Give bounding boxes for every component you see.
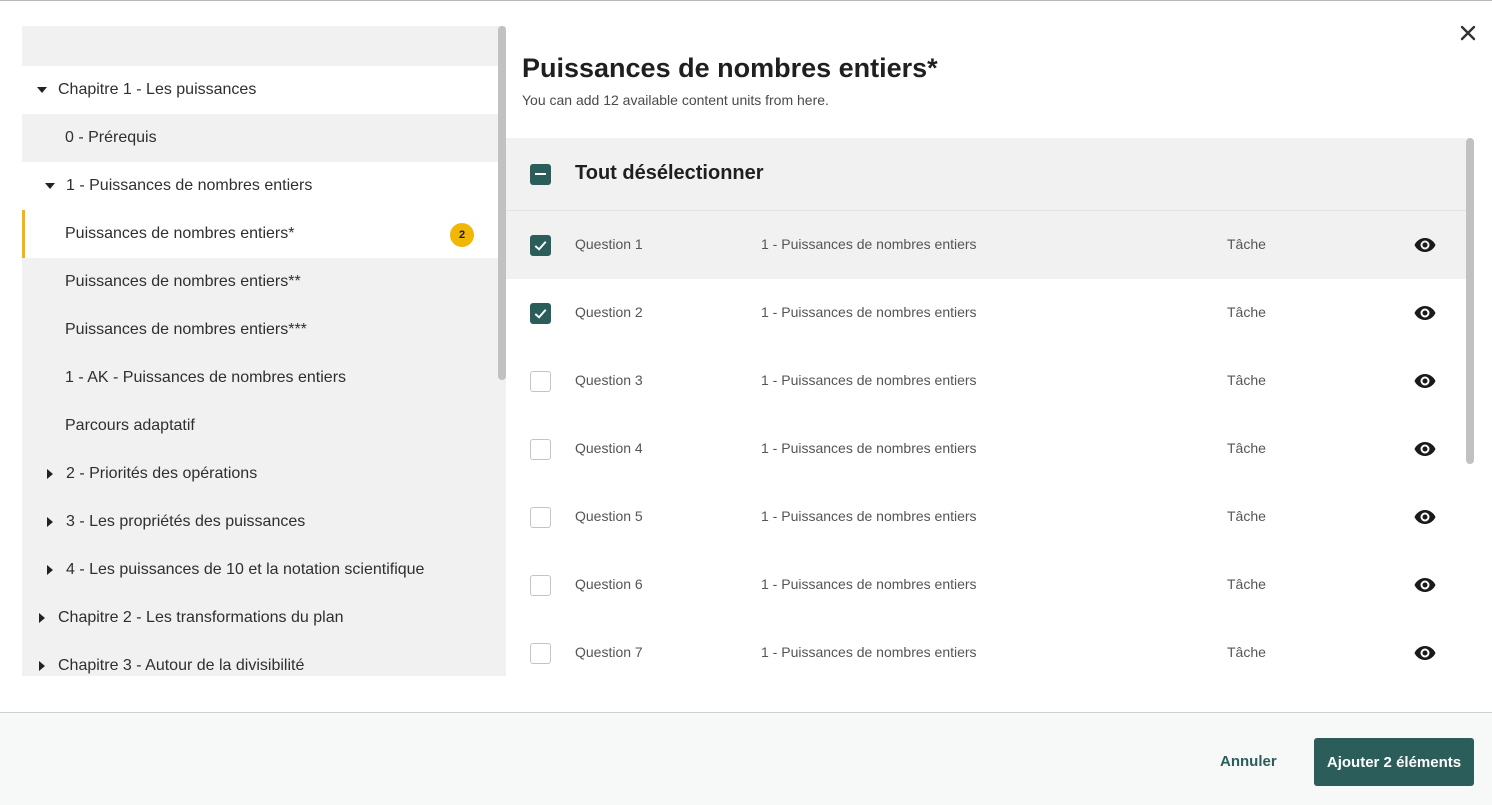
list-row[interactable]: Question 3 1 - Puissances de nombres ent… xyxy=(506,347,1466,415)
row-source: 1 - Puissances de nombres entiers xyxy=(761,440,977,456)
add-content-dialog: Chapitre 1 - Les puissances 0 - Prérequi… xyxy=(0,0,1492,805)
row-source: 1 - Puissances de nombres entiers xyxy=(761,372,977,388)
eye-icon[interactable] xyxy=(1412,573,1438,597)
list-row[interactable]: Question 4 1 - Puissances de nombres ent… xyxy=(506,415,1466,483)
list-scrollbar-thumb[interactable] xyxy=(1466,138,1474,464)
tree-item-puissances-de-10[interactable]: 4 - Les puissances de 10 et la notation … xyxy=(22,546,498,594)
row-type: Tâche xyxy=(1227,304,1266,320)
row-checkbox[interactable] xyxy=(530,643,551,664)
row-name: Question 1 xyxy=(575,236,643,252)
eye-icon[interactable] xyxy=(1412,641,1438,665)
tree-item-label: Puissances de nombres entiers* xyxy=(65,225,295,242)
row-type: Tâche xyxy=(1227,372,1266,388)
row-name: Question 3 xyxy=(575,372,643,388)
row-name: Question 5 xyxy=(575,508,643,524)
caret-right-icon xyxy=(39,613,45,623)
list-row[interactable]: Question 6 1 - Puissances de nombres ent… xyxy=(506,551,1466,619)
row-type: Tâche xyxy=(1227,508,1266,524)
tree-item-label: Parcours adaptatif xyxy=(65,417,195,434)
caret-right-icon xyxy=(39,661,45,671)
row-source: 1 - Puissances de nombres entiers xyxy=(761,236,977,252)
tree-item-chapitre-3[interactable]: Chapitre 3 - Autour de la divisibilité xyxy=(22,642,498,676)
close-icon[interactable] xyxy=(1456,21,1480,45)
tree-item-label: Chapitre 2 - Les transformations du plan xyxy=(58,609,344,626)
tree-item-label: 3 - Les propriétés des puissances xyxy=(66,513,306,530)
tree-item-chapitre-2[interactable]: Chapitre 2 - Les transformations du plan xyxy=(22,594,498,642)
caret-right-icon xyxy=(47,517,53,527)
tree-item-puissances-2[interactable]: Puissances de nombres entiers** xyxy=(22,258,498,306)
tree-scrollbar[interactable] xyxy=(498,26,506,676)
eye-icon[interactable] xyxy=(1412,233,1438,257)
row-source: 1 - Puissances de nombres entiers xyxy=(761,576,977,592)
list-row[interactable]: Question 5 1 - Puissances de nombres ent… xyxy=(506,483,1466,551)
row-type: Tâche xyxy=(1227,644,1266,660)
tree-item-parcours-adaptatif[interactable]: Parcours adaptatif xyxy=(22,402,498,450)
row-source: 1 - Puissances de nombres entiers xyxy=(761,644,977,660)
tree-item-label: Chapitre 3 - Autour de la divisibilité xyxy=(58,657,305,674)
caret-right-icon xyxy=(47,469,53,479)
list-row[interactable]: Question 1 1 - Puissances de nombres ent… xyxy=(506,211,1466,279)
eye-icon[interactable] xyxy=(1412,437,1438,461)
row-name: Question 2 xyxy=(575,304,643,320)
tree-item-label: Chapitre 1 - Les puissances xyxy=(58,81,257,98)
check-icon xyxy=(534,241,547,251)
tree-scrollbar-thumb[interactable] xyxy=(498,26,506,380)
list-row[interactable]: Question 2 1 - Puissances de nombres ent… xyxy=(506,279,1466,347)
tree-item-label: 2 - Priorités des opérations xyxy=(66,465,258,482)
selection-count-badge: 2 xyxy=(450,223,474,247)
row-name: Question 6 xyxy=(575,576,643,592)
row-checkbox[interactable] xyxy=(530,575,551,596)
caret-down-icon xyxy=(37,87,47,93)
content-list: Tout désélectionner Question 1 1 - Puiss… xyxy=(506,138,1466,676)
content-tree: Chapitre 1 - Les puissances 0 - Prérequi… xyxy=(22,26,498,676)
dialog-footer: Annuler Ajouter 2 éléments xyxy=(0,712,1492,805)
caret-down-icon xyxy=(45,183,55,189)
row-checkbox[interactable] xyxy=(530,507,551,528)
list-header: Tout désélectionner xyxy=(506,138,1466,211)
row-type: Tâche xyxy=(1227,236,1266,252)
tree-item-priorites[interactable]: 2 - Priorités des opérations xyxy=(22,450,498,498)
row-type: Tâche xyxy=(1227,440,1266,456)
tree-item-puissances-3[interactable]: Puissances de nombres entiers*** xyxy=(22,306,498,354)
row-source: 1 - Puissances de nombres entiers xyxy=(761,304,977,320)
row-name: Question 7 xyxy=(575,644,643,660)
tree-item-label: 1 - AK - Puissances de nombres entiers xyxy=(65,369,347,386)
row-source: 1 - Puissances de nombres entiers xyxy=(761,508,977,524)
tree-item-puissances-nombres-entiers[interactable]: 1 - Puissances de nombres entiers xyxy=(22,162,498,210)
cancel-button[interactable]: Annuler xyxy=(1220,753,1277,770)
row-checkbox[interactable] xyxy=(530,371,551,392)
add-elements-button[interactable]: Ajouter 2 éléments xyxy=(1314,738,1474,786)
list-row[interactable]: Question 7 1 - Puissances de nombres ent… xyxy=(506,619,1466,676)
row-type: Tâche xyxy=(1227,576,1266,592)
deselect-all-label[interactable]: Tout désélectionner xyxy=(575,162,764,185)
eye-icon[interactable] xyxy=(1412,369,1438,393)
row-name: Question 4 xyxy=(575,440,643,456)
row-checkbox[interactable] xyxy=(530,235,551,256)
tree-item-proprietes[interactable]: 3 - Les propriétés des puissances xyxy=(22,498,498,546)
eye-icon[interactable] xyxy=(1412,505,1438,529)
tree-item-label: 4 - Les puissances de 10 et la notation … xyxy=(66,561,425,578)
tree-item-label: 1 - Puissances de nombres entiers xyxy=(66,177,313,194)
row-checkbox[interactable] xyxy=(530,439,551,460)
eye-icon[interactable] xyxy=(1412,301,1438,325)
caret-right-icon xyxy=(47,565,53,575)
deselect-all-checkbox[interactable] xyxy=(530,164,551,185)
tree-item-prerequis[interactable]: 0 - Prérequis xyxy=(22,114,498,162)
tree-item-label: Puissances de nombres entiers** xyxy=(65,273,301,290)
tree-item-label: 0 - Prérequis xyxy=(65,129,157,146)
tree-item-selected[interactable]: Puissances de nombres entiers* 2 xyxy=(22,210,498,258)
row-checkbox[interactable] xyxy=(530,303,551,324)
check-icon xyxy=(534,309,547,319)
tree-item-chapitre-1[interactable]: Chapitre 1 - Les puissances xyxy=(22,66,498,114)
list-scrollbar[interactable] xyxy=(1466,138,1474,676)
tree-item-label: Puissances de nombres entiers*** xyxy=(65,321,307,338)
tree-item-ak[interactable]: 1 - AK - Puissances de nombres entiers xyxy=(22,354,498,402)
dialog-title: Puissances de nombres entiers* xyxy=(522,53,938,83)
dialog-subtitle: You can add 12 available content units f… xyxy=(522,92,829,108)
